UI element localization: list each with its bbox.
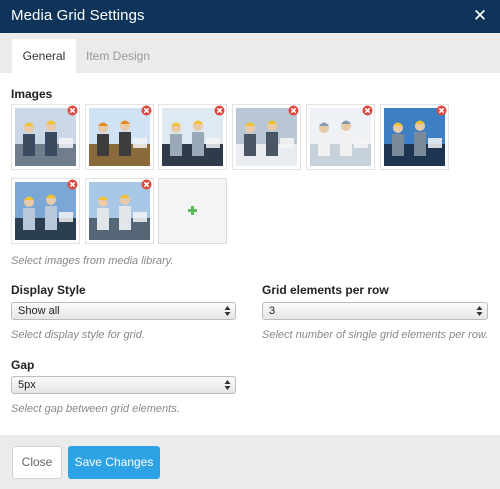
display-style-help: Select display style for grid. <box>11 329 145 341</box>
remove-icon[interactable] <box>141 105 152 116</box>
grid-per-row-label: Grid elements per row <box>262 283 389 297</box>
image-thumbnail[interactable] <box>85 178 154 244</box>
remove-icon[interactable] <box>67 179 78 190</box>
select-arrows-icon <box>224 306 231 316</box>
photo-thumbnail <box>384 108 445 166</box>
photo-thumbnail <box>162 108 223 166</box>
remove-icon[interactable] <box>214 105 225 116</box>
tab-general[interactable]: General <box>12 39 76 73</box>
photo-thumbnail <box>89 182 150 240</box>
photo-thumbnail <box>89 108 150 166</box>
remove-icon[interactable] <box>436 105 447 116</box>
display-style-select[interactable]: Show all <box>11 302 236 320</box>
display-style-label: Display Style <box>11 283 86 297</box>
add-icon <box>188 206 197 215</box>
grid-per-row-value: 3 <box>269 305 276 317</box>
dialog-header: Media Grid Settings ✕ <box>0 0 500 33</box>
photo-thumbnail <box>15 108 76 166</box>
images-help: Select images from media library. <box>11 255 174 267</box>
grid-per-row-help: Select number of single grid elements pe… <box>262 329 489 341</box>
image-thumbnail[interactable] <box>11 104 80 170</box>
images-label: Images <box>11 87 53 101</box>
display-style-value: Show all <box>18 305 60 317</box>
image-thumbnail[interactable] <box>85 104 154 170</box>
photo-thumbnail <box>236 108 297 166</box>
close-button[interactable]: Close <box>12 446 62 479</box>
image-thumbnail[interactable] <box>158 104 227 170</box>
close-icon[interactable]: ✕ <box>470 5 490 27</box>
photo-thumbnail <box>310 108 371 166</box>
remove-icon[interactable] <box>288 105 299 116</box>
tab-item-design[interactable]: Item Design <box>76 39 160 73</box>
add-image-button[interactable] <box>158 178 227 244</box>
settings-panel: Images Select images from media library.… <box>0 73 500 435</box>
gap-value: 5px <box>18 379 36 391</box>
image-thumbnail[interactable] <box>306 104 375 170</box>
image-thumbnail[interactable] <box>232 104 301 170</box>
select-arrows-icon <box>476 306 483 316</box>
image-thumbnail[interactable] <box>380 104 449 170</box>
remove-icon[interactable] <box>362 105 373 116</box>
remove-icon[interactable] <box>67 105 78 116</box>
gap-label: Gap <box>11 358 35 372</box>
image-thumbnail[interactable] <box>11 178 80 244</box>
tab-bar: General Item Design <box>0 33 500 73</box>
photo-thumbnail <box>15 182 76 240</box>
dialog-title: Media Grid Settings <box>11 7 145 24</box>
grid-per-row-select[interactable]: 3 <box>262 302 488 320</box>
save-changes-button[interactable]: Save Changes <box>68 446 160 479</box>
gap-select[interactable]: 5px <box>11 376 236 394</box>
remove-icon[interactable] <box>141 179 152 190</box>
select-arrows-icon <box>224 380 231 390</box>
dialog-footer: Close Save Changes <box>0 435 500 489</box>
gap-help: Select gap between grid elements. <box>11 403 180 415</box>
